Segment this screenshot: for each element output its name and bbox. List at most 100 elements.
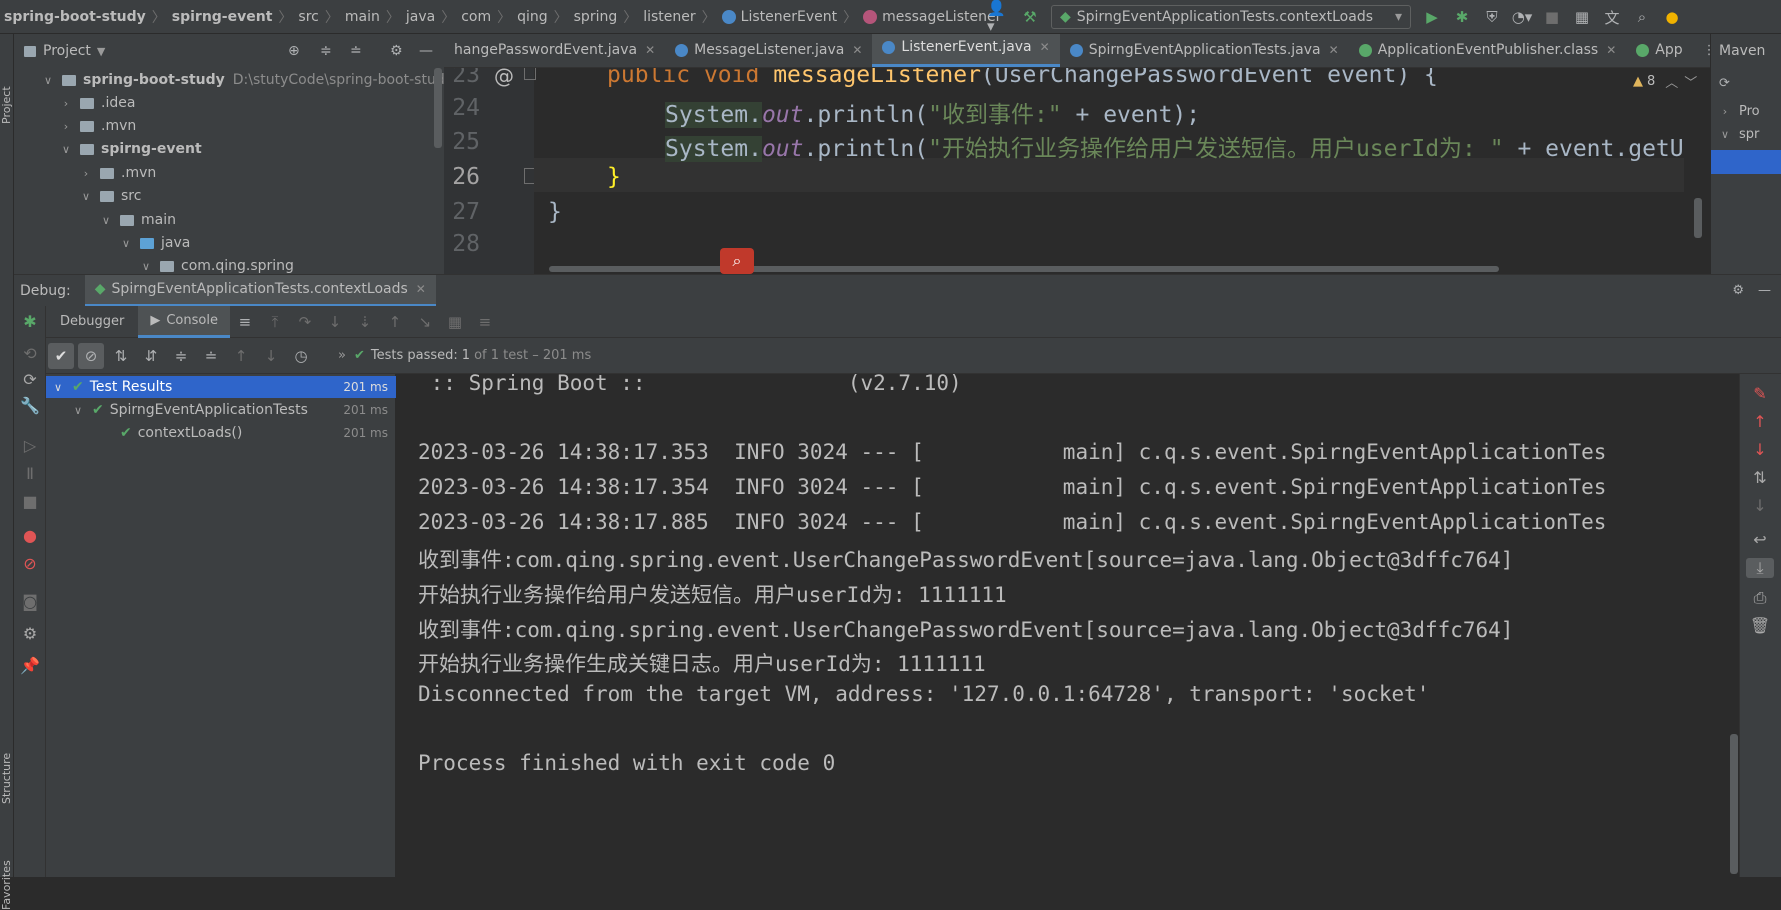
tree-item[interactable]: ∨ main <box>100 208 176 232</box>
soft-wrap-icon[interactable]: ↩ <box>1746 530 1774 549</box>
editor-tab[interactable]: App <box>1626 34 1692 67</box>
wrench-icon[interactable]: 🔧 <box>16 396 44 415</box>
scrollbar[interactable] <box>434 68 442 148</box>
close-icon[interactable]: ✕ <box>1329 43 1339 57</box>
breadcrumb-item[interactable]: qing <box>517 9 548 25</box>
pause-icon[interactable]: Ⅱ <box>16 464 44 483</box>
scrollbar[interactable] <box>1694 198 1702 238</box>
debug-session-tab[interactable]: ◆ SpirngEventApplicationTests.contextLoa… <box>84 274 436 307</box>
tree-item[interactable]: ∨ spirng-event <box>60 137 202 161</box>
step-into-icon[interactable]: ↓ <box>322 309 348 335</box>
step-over-icon[interactable]: ↷ <box>292 309 318 335</box>
down-icon[interactable]: ↓ <box>1746 496 1774 515</box>
chevron-down-icon[interactable]: ▼ <box>97 45 105 58</box>
editor-tab-active[interactable]: ListenerEvent.java ✕ <box>872 34 1060 67</box>
show-execution-point-icon[interactable]: ⤒ <box>262 309 288 335</box>
menu-icon[interactable]: ≡ <box>232 309 258 335</box>
arrow-up-icon[interactable]: ↑ <box>1746 412 1774 431</box>
toggle-auto-test-icon[interactable]: ⟳ <box>16 370 44 389</box>
minimize-icon[interactable]: — <box>419 43 433 59</box>
stop-icon[interactable]: ■ <box>1539 4 1565 30</box>
annotation-icon[interactable]: @ <box>494 68 514 88</box>
breadcrumb-item[interactable]: main <box>345 9 380 25</box>
mute-breakpoints-icon[interactable]: ⊘ <box>16 554 44 573</box>
test-row[interactable]: ∨ ✔ SpirngEventApplicationTests 201 ms <box>46 399 396 421</box>
gear-icon[interactable]: ⚙ <box>16 624 44 643</box>
close-icon[interactable]: ✕ <box>645 43 655 57</box>
tab-console[interactable]: ▶ Console <box>138 305 230 338</box>
print-icon[interactable]: ⎙ <box>1746 588 1774 608</box>
tree-item[interactable]: ∨ com.qing.spring <box>140 254 294 274</box>
expand-all-icon[interactable]: ≑ <box>320 43 332 59</box>
evaluate-icon[interactable]: ▦ <box>442 309 468 335</box>
maven-title[interactable]: Maven <box>1711 34 1781 68</box>
arrow-down-icon[interactable]: ↓ <box>1746 440 1774 459</box>
breadcrumb-item[interactable]: spring-boot-study <box>4 9 146 25</box>
close-icon[interactable]: ✕ <box>1606 43 1616 57</box>
locate-icon[interactable]: ⊕ <box>288 43 300 59</box>
editor-tab[interactable]: MessageListener.java ✕ <box>665 34 872 67</box>
trace-icon[interactable]: ≡ <box>472 309 498 335</box>
tree-item[interactable]: › .mvn <box>60 114 136 138</box>
rerun-icon[interactable]: ✱ <box>16 312 44 331</box>
tab-list-icon[interactable]: ⋮ <box>1693 34 1710 67</box>
debug-icon[interactable]: ✱ <box>1449 4 1475 30</box>
maven-tree-item[interactable]: ∨ spr <box>1719 127 1759 142</box>
breadcrumb-item[interactable]: java <box>406 9 435 25</box>
expand-all-icon[interactable]: ≑ <box>168 343 194 369</box>
user-icon[interactable]: 👤▾ <box>987 0 1013 35</box>
tab-debugger[interactable]: Debugger <box>46 314 138 329</box>
gear-icon[interactable]: ⚙ <box>390 43 403 59</box>
update-icon[interactable]: ● <box>1659 4 1685 30</box>
gear-icon[interactable]: ⚙ <box>1732 283 1744 298</box>
run-icon[interactable]: ▶ <box>1419 4 1445 30</box>
profiler-icon[interactable]: ◔▾ <box>1509 4 1535 30</box>
build-hammer-icon[interactable]: ⚒ <box>1017 4 1043 30</box>
sort-duration-icon[interactable]: ⇵ <box>138 343 164 369</box>
sort-icon[interactable]: ⇅ <box>1746 468 1774 487</box>
sort-alpha-icon[interactable]: ⇅ <box>108 343 134 369</box>
tree-item[interactable]: ∨ java <box>120 231 190 255</box>
next-failed-icon[interactable]: ↓ <box>258 343 284 369</box>
breadcrumb-item[interactable]: listener <box>643 9 695 25</box>
editor-tab[interactable]: hangePasswordEvent.java ✕ <box>444 34 665 67</box>
force-step-into-icon[interactable]: ⇣ <box>352 309 378 335</box>
tree-item[interactable]: ∨ src <box>80 184 141 208</box>
close-icon[interactable]: ✕ <box>416 282 426 296</box>
breadcrumb-item-class[interactable]: ListenerEvent <box>721 9 837 25</box>
search-icon[interactable]: ⌕ <box>1629 4 1655 30</box>
project-panel-title[interactable]: Project <box>43 43 91 59</box>
coverage-icon[interactable]: ⛨ <box>1479 4 1505 30</box>
run-to-cursor-icon[interactable]: ↘ <box>412 309 438 335</box>
breadcrumb-item[interactable]: spirng-event <box>172 9 273 25</box>
breadcrumb-item[interactable]: spring <box>574 9 618 25</box>
warnings-indicator[interactable]: ▲ 8 ︿ ﹀ <box>1633 72 1697 91</box>
step-out-icon[interactable]: ↑ <box>382 309 408 335</box>
test-row[interactable]: ✔ contextLoads() 201 ms <box>46 422 396 444</box>
chevron-up-icon[interactable]: ︿ <box>1665 72 1678 91</box>
breadcrumb-item-method[interactable]: messageListener <box>863 9 1001 25</box>
fold-marker[interactable] <box>524 68 536 80</box>
breadcrumb-item[interactable]: src <box>298 9 318 25</box>
camera-icon[interactable]: ◙ <box>16 592 44 611</box>
pin-icon[interactable]: 📌 <box>16 656 44 675</box>
maven-tree-item[interactable]: › Pro <box>1719 104 1760 119</box>
scrollbar[interactable] <box>1730 734 1738 874</box>
previous-failed-icon[interactable]: ↑ <box>228 343 254 369</box>
close-icon[interactable]: ✕ <box>1040 40 1050 54</box>
scroll-to-end-icon[interactable]: ⤓ <box>1746 558 1774 578</box>
collapse-all-icon[interactable]: ≐ <box>198 343 224 369</box>
minimize-icon[interactable]: — <box>1758 283 1771 298</box>
tree-item[interactable]: › .idea <box>60 91 136 115</box>
project-tool-label[interactable]: Project <box>0 86 13 124</box>
editor-tab[interactable]: SpirngEventApplicationTests.java ✕ <box>1060 34 1349 67</box>
project-structure-icon[interactable]: ▦ <box>1569 4 1595 30</box>
stop-icon[interactable]: ■ <box>16 492 44 511</box>
run-config-selector[interactable]: ◆ SpirngEventApplicationTests.contextLoa… <box>1051 5 1411 29</box>
translate-icon[interactable]: 文 <box>1599 4 1625 30</box>
show-ignored-icon[interactable]: ⊘ <box>78 342 104 369</box>
pencil-icon[interactable]: ✎ <box>1746 384 1774 403</box>
editor-tab[interactable]: ApplicationEventPublisher.class ✕ <box>1349 34 1627 67</box>
trash-icon[interactable]: 🗑 <box>1746 616 1774 635</box>
collapse-all-icon[interactable]: ≐ <box>350 43 362 59</box>
